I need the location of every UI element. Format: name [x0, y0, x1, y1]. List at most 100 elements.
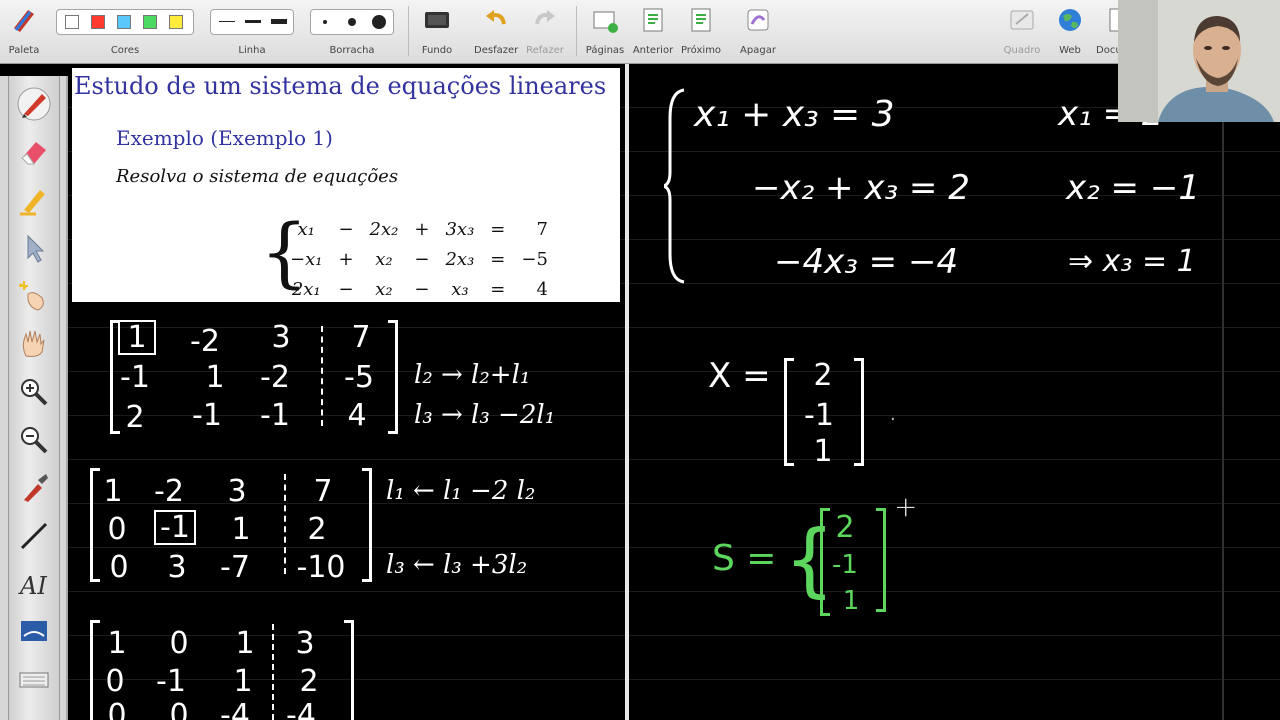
eraser-medium-option[interactable] — [348, 18, 356, 26]
reduced-equation-3: −4x₃ = −4 — [774, 242, 959, 282]
term: 2x₃ — [445, 248, 475, 270]
matrix-cell: -7 — [220, 550, 250, 585]
palette-label: Paleta — [8, 45, 40, 56]
clear-page-icon — [747, 9, 769, 31]
previous-page-icon — [643, 8, 663, 32]
equals: = — [490, 278, 506, 300]
clear-button[interactable]: Apagar — [736, 0, 780, 64]
right-bracket — [854, 358, 864, 466]
text-tool-icon[interactable]: AI — [16, 566, 52, 602]
operator: − — [338, 278, 354, 300]
term: 2x₁ — [291, 278, 321, 300]
operator: + — [338, 248, 354, 270]
board-button[interactable]: Quadro — [1000, 0, 1044, 64]
matrix-cell: 1 — [235, 626, 255, 661]
palette-button[interactable]: Paleta — [4, 0, 44, 64]
operator: − — [414, 248, 430, 270]
line-thin-option[interactable] — [219, 21, 235, 22]
pointer-icon[interactable] — [16, 230, 52, 266]
matrix-cell: 1 — [107, 626, 127, 661]
presenter-video-icon — [1118, 0, 1280, 122]
crosshair-cursor: + — [894, 490, 918, 523]
constant: 7 — [536, 218, 548, 240]
operator: + — [414, 218, 430, 240]
matrix-cell: -2 — [154, 474, 184, 509]
pivot-cell: 1 — [118, 320, 156, 355]
undo-icon — [486, 10, 506, 25]
background-button[interactable]: Fundo — [416, 0, 458, 64]
top-toolbar: Paleta Cores Linha Borracha Fundo Desfaz… — [0, 0, 1280, 64]
swatch-green[interactable] — [143, 15, 157, 29]
solution-x3: ⇒ x₃ = 1 — [1068, 244, 1196, 279]
swatch-red[interactable] — [91, 15, 105, 29]
previous-page-label: Anterior — [632, 45, 674, 56]
swatch-yellow[interactable] — [169, 15, 183, 29]
documents-button[interactable]: Docu — [1094, 0, 1120, 64]
term: 2x₂ — [369, 218, 399, 240]
matrix-cell: 4 — [347, 398, 367, 433]
swatch-blue[interactable] — [117, 15, 131, 29]
eyedropper-icon[interactable] — [16, 470, 52, 506]
augment-bar — [284, 474, 286, 574]
row-operation: l₃ ← l₃ +3l₂ — [386, 550, 528, 580]
pages-label: Páginas — [585, 45, 625, 56]
term: x₃ — [451, 278, 469, 300]
background-icon — [425, 12, 449, 28]
undo-button[interactable]: Desfazer — [474, 0, 518, 64]
set-vector-entry: -1 — [832, 550, 858, 580]
matrix-cell: -5 — [344, 360, 374, 395]
augment-bar — [321, 326, 323, 426]
background-label: Fundo — [421, 45, 453, 56]
matrix-cell: 0 — [107, 512, 127, 547]
redo-icon — [535, 10, 555, 25]
matrix-cell: -2 — [190, 324, 220, 359]
highlighter-icon[interactable] — [16, 182, 52, 218]
web-label: Web — [1059, 45, 1081, 56]
page-divider — [625, 64, 629, 720]
swatch-white[interactable] — [65, 15, 79, 29]
slide-instruction: Resolva o sistema de equações — [116, 166, 399, 187]
eraser-icon[interactable] — [16, 134, 52, 170]
previous-page-button[interactable]: Anterior — [632, 0, 674, 64]
pen-icon[interactable] — [16, 86, 52, 122]
equals: = — [490, 218, 506, 240]
toolbar-separator — [408, 6, 409, 56]
matrix-cell: 3 — [227, 474, 247, 509]
zoom-out-icon[interactable] — [16, 422, 52, 458]
reduced-equation-1: x₁ + x₃ = 3 — [694, 94, 895, 135]
presenter-webcam — [1118, 0, 1280, 122]
next-page-label: Próximo — [680, 45, 722, 56]
eraser-large-option[interactable] — [372, 15, 386, 29]
equation-row: 2x₁ − x₂ − x₃ = 4 — [282, 274, 550, 304]
eraser-small-option[interactable] — [323, 20, 327, 24]
laser-hand-icon[interactable] — [16, 278, 52, 314]
pages-button[interactable]: Páginas — [584, 0, 626, 64]
colors-group: Cores — [56, 0, 194, 64]
zoom-in-icon[interactable] — [16, 374, 52, 410]
term: −x₁ — [290, 248, 323, 270]
eraser-size-options — [310, 9, 394, 35]
slide-title: Estudo de um sistema de equações lineare… — [74, 72, 607, 100]
ink-dot: . — [890, 404, 896, 425]
constant: −5 — [521, 248, 548, 270]
matrix-cell: 0 — [105, 664, 125, 699]
row-operation: l₃ → l₃ −2l₁ — [414, 400, 556, 430]
matrix-cell: -4 — [220, 698, 250, 720]
line-thick-option[interactable] — [271, 19, 287, 24]
hand-icon[interactable] — [16, 326, 52, 362]
line-medium-option[interactable] — [245, 20, 261, 23]
line-tool-icon[interactable] — [16, 518, 52, 554]
redo-button[interactable]: Refazer — [524, 0, 566, 64]
margin-line — [1222, 64, 1224, 720]
next-page-button[interactable]: Próximo — [680, 0, 722, 64]
whiteboard-canvas[interactable]: Estudo de um sistema de equações lineare… — [68, 64, 1280, 720]
undo-label: Desfazer — [474, 45, 519, 56]
row-operation: l₁ ← l₁ −2 l₂ — [386, 476, 536, 506]
eraser-label: Borracha — [329, 45, 375, 56]
matrix-cell: -1 — [120, 360, 150, 395]
screen-capture-icon[interactable] — [16, 614, 52, 650]
vector-entry: 2 — [813, 358, 833, 393]
web-button[interactable]: Web — [1050, 0, 1090, 64]
keyboard-icon[interactable] — [16, 662, 52, 698]
matrix-cell: 3 — [167, 550, 187, 585]
